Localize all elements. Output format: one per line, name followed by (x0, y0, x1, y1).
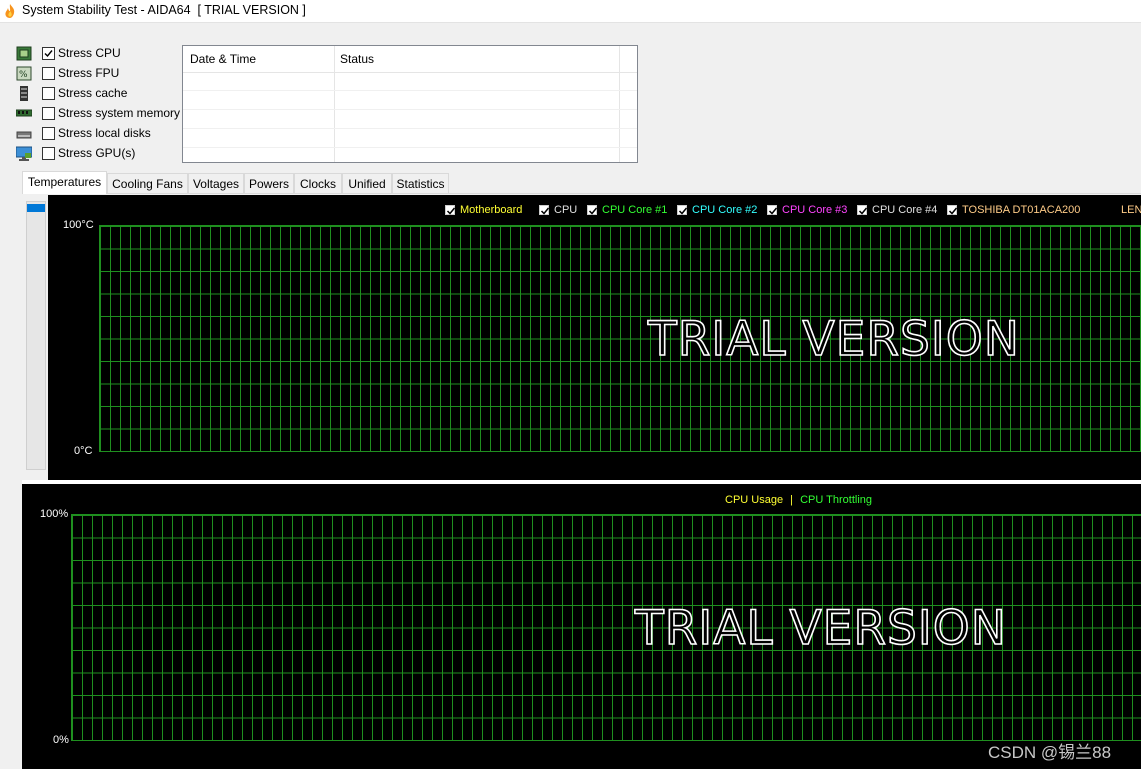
tab-unified[interactable]: Unified (342, 173, 392, 193)
legend-checkbox[interactable] (857, 205, 868, 215)
legend-label: CPU Core #2 (692, 204, 758, 216)
tab-powers[interactable]: Powers (244, 173, 294, 193)
stress-disks-checkbox[interactable] (42, 127, 55, 140)
tab-statistics[interactable]: Statistics (392, 173, 449, 193)
y-axis-max-label: 100% (40, 508, 69, 520)
temperature-chart: Motherboard CPU CPU Core #1 CPU Core #2 … (48, 195, 1141, 480)
tab-strip-baseline (22, 193, 1141, 194)
legend-checkbox[interactable] (947, 205, 958, 215)
legend-checkbox[interactable] (587, 205, 598, 215)
column-divider[interactable] (619, 46, 620, 162)
legend-checkbox[interactable] (677, 205, 688, 215)
legend-label: CPU Core #3 (782, 204, 848, 216)
monitor-gpu-icon (16, 146, 32, 161)
stress-gpu-checkbox[interactable] (42, 147, 55, 160)
stress-option-memory[interactable]: Stress system memory (16, 104, 184, 124)
stress-options-list: Stress CPU % Stress FPU Stress cache Str… (16, 44, 184, 164)
stress-cache-checkbox[interactable] (42, 87, 55, 100)
legend-label: TOSHIBA DT01ACA200 (962, 204, 1081, 216)
legend-checkbox[interactable] (767, 205, 778, 215)
window-title: System Stability Test - AIDA64 [ TRIAL V… (22, 3, 306, 17)
stress-option-fpu[interactable]: % Stress FPU (16, 64, 184, 84)
image-watermark: CSDN @锡兰88 (988, 743, 1112, 762)
stress-memory-checkbox[interactable] (42, 107, 55, 120)
log-table-header: Date & Time Status (183, 46, 637, 73)
legend-label-cpu-usage[interactable]: CPU Usage (725, 494, 783, 506)
cache-icon (20, 86, 28, 101)
table-row-divider (183, 147, 637, 148)
legend-checkbox[interactable] (445, 205, 456, 215)
cpu-chip-icon (16, 46, 32, 61)
fpu-icon: % (16, 66, 32, 81)
stress-option-disks[interactable]: Stress local disks (16, 124, 184, 144)
legend-label: CPU Core #1 (602, 204, 668, 216)
legend-label-cpu-throttling[interactable]: CPU Throttling (800, 494, 872, 506)
stress-disks-label: Stress local disks (58, 126, 151, 140)
usage-legend: CPU Usage | CPU Throttling (725, 494, 872, 506)
legend-label: Motherboard (460, 204, 523, 216)
stress-option-cpu[interactable]: Stress CPU (16, 44, 184, 64)
legend-separator: | (790, 494, 793, 506)
column-header-status[interactable]: Status (340, 52, 374, 66)
stress-memory-label: Stress system memory (58, 106, 181, 120)
memory-module-icon (16, 109, 32, 117)
table-row-divider (183, 109, 637, 110)
table-row-divider (183, 90, 637, 91)
stress-gpu-label: Stress GPU(s) (58, 146, 136, 160)
title-bar: System Stability Test - AIDA64 [ TRIAL V… (0, 0, 1141, 23)
y-axis-min-label: 0°C (74, 445, 93, 457)
stress-cpu-label: Stress CPU (58, 46, 121, 60)
stress-option-cache[interactable]: Stress cache (16, 84, 184, 104)
legend-label: LEN (1121, 204, 1141, 216)
tab-clocks[interactable]: Clocks (294, 173, 342, 193)
table-row-divider (183, 128, 637, 129)
trial-watermark: TRIAL VERSION (634, 600, 1007, 657)
legend-label: CPU (554, 204, 578, 216)
status-log-table[interactable]: Date & Time Status (182, 45, 638, 163)
stress-option-gpu[interactable]: Stress GPU(s) (16, 144, 184, 164)
aida64-flame-icon (5, 4, 15, 18)
tab-cooling-fans[interactable]: Cooling Fans (107, 173, 188, 193)
cpu-usage-chart: CPU Usage | CPU Throttling 100% 0% TRIAL… (22, 484, 1141, 769)
temperature-legend: Motherboard CPU CPU Core #1 CPU Core #2 … (445, 204, 1141, 218)
trial-watermark: TRIAL VERSION (647, 311, 1020, 368)
y-axis-min-label: 0% (53, 734, 69, 746)
legend-checkbox[interactable] (539, 205, 550, 215)
svg-text:%: % (19, 70, 28, 80)
tab-temperatures[interactable]: Temperatures (22, 171, 107, 194)
column-header-date-time[interactable]: Date & Time (190, 52, 256, 66)
y-axis-max-label: 100°C (63, 219, 94, 231)
disk-drive-icon (16, 131, 32, 139)
column-divider[interactable] (334, 46, 335, 162)
slider-thumb[interactable] (27, 204, 45, 212)
stress-fpu-checkbox[interactable] (42, 67, 55, 80)
stress-fpu-label: Stress FPU (58, 66, 120, 80)
graph-scroll-slider[interactable] (26, 201, 46, 470)
tab-voltages[interactable]: Voltages (188, 173, 244, 193)
stress-cpu-checkbox[interactable] (42, 47, 55, 60)
legend-label: CPU Core #4 (872, 204, 938, 216)
stress-cache-label: Stress cache (58, 86, 128, 100)
